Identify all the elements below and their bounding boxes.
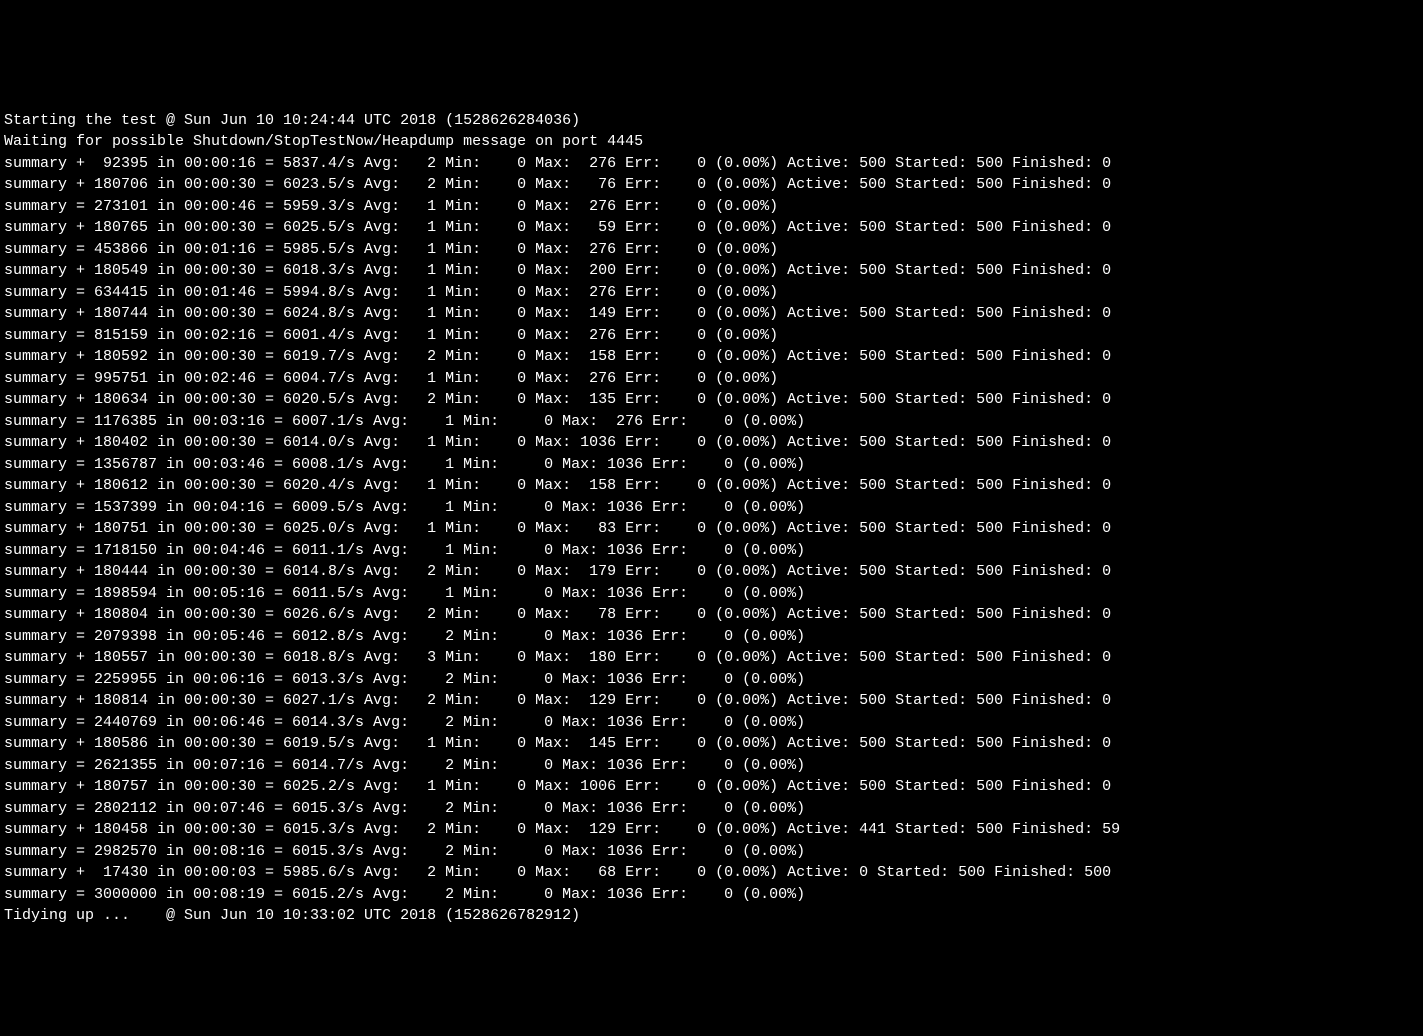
terminal-line: summary + 17430 in 00:00:03 = 5985.6/s A… [4,862,1419,884]
terminal-line: summary + 180458 in 00:00:30 = 6015.3/s … [4,819,1419,841]
terminal-line: summary = 995751 in 00:02:46 = 6004.7/s … [4,368,1419,390]
terminal-line: summary + 180444 in 00:00:30 = 6014.8/s … [4,561,1419,583]
terminal-line: summary = 2802112 in 00:07:46 = 6015.3/s… [4,798,1419,820]
terminal-line: Waiting for possible Shutdown/StopTestNo… [4,131,1419,153]
terminal-line: summary + 180744 in 00:00:30 = 6024.8/s … [4,303,1419,325]
terminal-line: Tidying up ... @ Sun Jun 10 10:33:02 UTC… [4,905,1419,927]
terminal-line: summary = 1718150 in 00:04:46 = 6011.1/s… [4,540,1419,562]
terminal-line: summary = 2259955 in 00:06:16 = 6013.3/s… [4,669,1419,691]
terminal-line: summary + 180765 in 00:00:30 = 6025.5/s … [4,217,1419,239]
terminal-line: summary = 1176385 in 00:03:16 = 6007.1/s… [4,411,1419,433]
terminal-line: summary + 180402 in 00:00:30 = 6014.0/s … [4,432,1419,454]
terminal-line: summary + 180706 in 00:00:30 = 6023.5/s … [4,174,1419,196]
terminal-line: summary = 2621355 in 00:07:16 = 6014.7/s… [4,755,1419,777]
terminal-line: summary + 180557 in 00:00:30 = 6018.8/s … [4,647,1419,669]
terminal-line: summary = 634415 in 00:01:46 = 5994.8/s … [4,282,1419,304]
terminal-line: summary + 180549 in 00:00:30 = 6018.3/s … [4,260,1419,282]
terminal-line: summary + 180586 in 00:00:30 = 6019.5/s … [4,733,1419,755]
terminal-line: Starting the test @ Sun Jun 10 10:24:44 … [4,110,1419,132]
terminal-line: summary = 1898594 in 00:05:16 = 6011.5/s… [4,583,1419,605]
terminal-line: summary + 180814 in 00:00:30 = 6027.1/s … [4,690,1419,712]
terminal-line: summary + 180751 in 00:00:30 = 6025.0/s … [4,518,1419,540]
terminal-line: summary + 180612 in 00:00:30 = 6020.4/s … [4,475,1419,497]
terminal-line: summary = 1356787 in 00:03:46 = 6008.1/s… [4,454,1419,476]
terminal-line: summary + 180804 in 00:00:30 = 6026.6/s … [4,604,1419,626]
terminal-line: summary = 2440769 in 00:06:46 = 6014.3/s… [4,712,1419,734]
terminal-line: summary = 453866 in 00:01:16 = 5985.5/s … [4,239,1419,261]
terminal-line: summary = 1537399 in 00:04:16 = 6009.5/s… [4,497,1419,519]
terminal-line: summary + 92395 in 00:00:16 = 5837.4/s A… [4,153,1419,175]
terminal-line: summary = 2982570 in 00:08:16 = 6015.3/s… [4,841,1419,863]
terminal-line: summary = 815159 in 00:02:16 = 6001.4/s … [4,325,1419,347]
terminal-line: summary + 180634 in 00:00:30 = 6020.5/s … [4,389,1419,411]
terminal-output: Starting the test @ Sun Jun 10 10:24:44 … [0,108,1423,929]
terminal-line: summary = 3000000 in 00:08:19 = 6015.2/s… [4,884,1419,906]
terminal-line: summary = 2079398 in 00:05:46 = 6012.8/s… [4,626,1419,648]
terminal-line: summary + 180592 in 00:00:30 = 6019.7/s … [4,346,1419,368]
terminal-line: summary = 273101 in 00:00:46 = 5959.3/s … [4,196,1419,218]
terminal-line: summary + 180757 in 00:00:30 = 6025.2/s … [4,776,1419,798]
